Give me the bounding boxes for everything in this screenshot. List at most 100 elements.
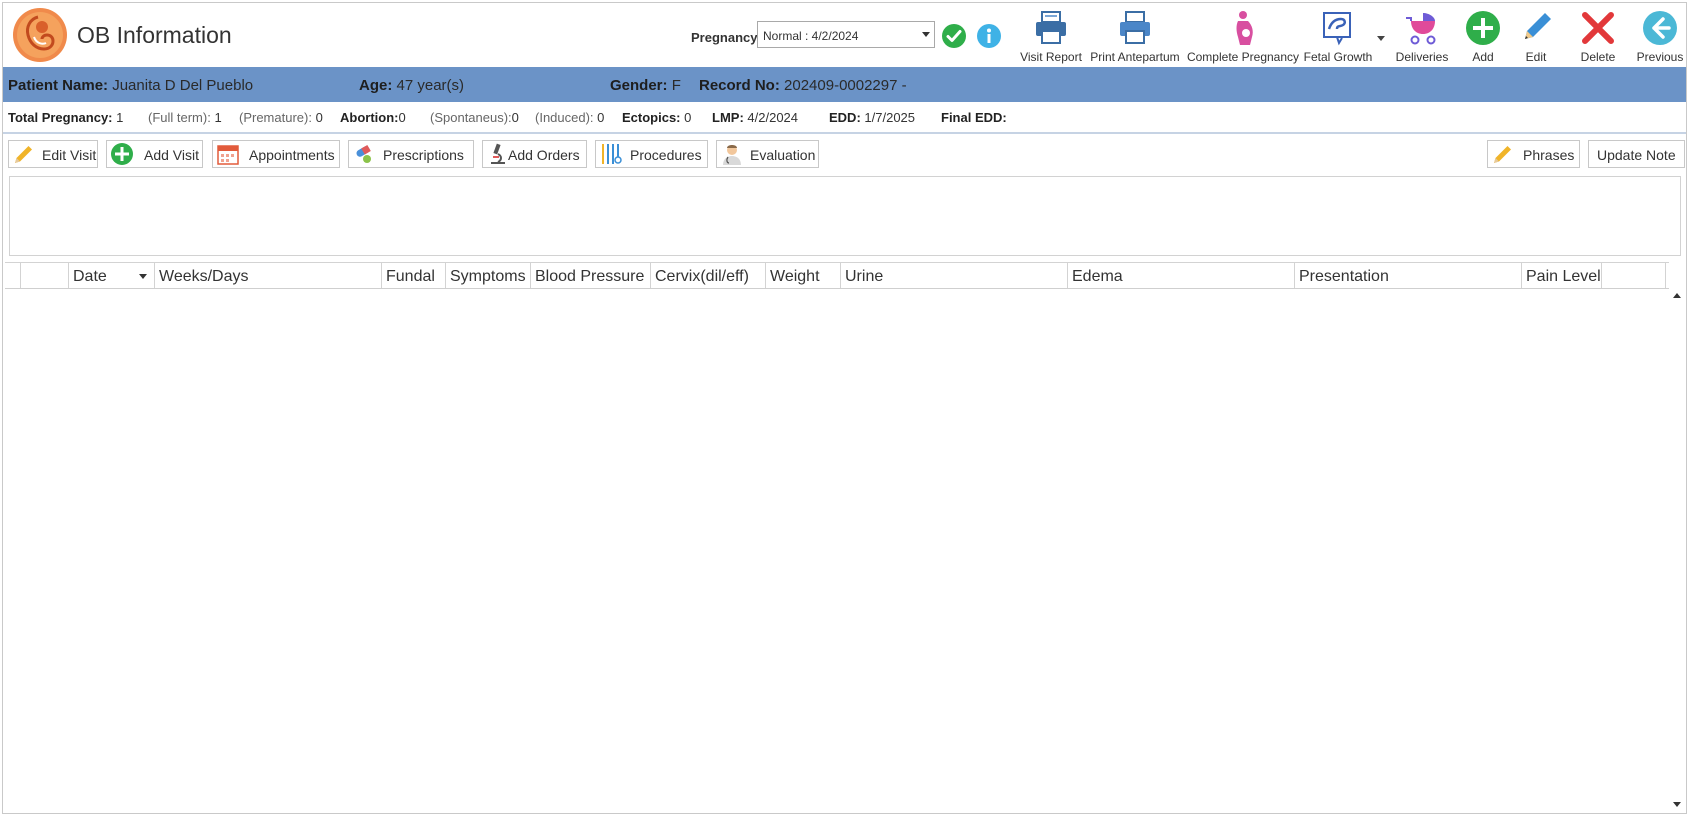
column-blood-pressure[interactable]: Blood Pressure xyxy=(531,263,651,288)
evaluation-button[interactable]: Evaluation xyxy=(716,140,819,168)
add-orders-button[interactable]: Add Orders xyxy=(482,140,587,168)
close-icon xyxy=(1582,12,1614,44)
premature-label: (Premature): xyxy=(239,110,312,125)
spontaneus-label: (Spontaneus): xyxy=(430,110,512,125)
add-button[interactable]: Add xyxy=(1461,7,1505,65)
pregnancy-select[interactable]: Normal : 4/2/2024 xyxy=(757,21,935,48)
note-textarea[interactable] xyxy=(9,176,1681,256)
delete-label: Delete xyxy=(1580,50,1616,64)
total-pregnancy: Total Pregnancy: 1 xyxy=(8,110,123,125)
chevron-down-icon xyxy=(922,32,930,37)
chevron-down-icon[interactable] xyxy=(139,274,147,279)
arrow-left-icon xyxy=(1643,11,1677,45)
abortion-label: Abortion: xyxy=(340,110,399,125)
patient-age-label: Age: xyxy=(359,77,393,94)
patient-name-value: Juanita D Del Pueblo xyxy=(112,77,254,94)
spontaneus: (Spontaneus):0 xyxy=(430,110,519,125)
phrases-button[interactable]: Phrases xyxy=(1487,140,1580,168)
previous-button[interactable]: Previous xyxy=(1633,7,1687,65)
lmp-value: 4/2/2024 xyxy=(747,110,799,125)
column-fundal[interactable]: Fundal xyxy=(382,263,446,288)
fetal-growth-label: Fetal Growth xyxy=(1303,50,1373,64)
visits-grid-body[interactable] xyxy=(5,289,1685,813)
column-symptoms[interactable]: Symptoms xyxy=(446,263,531,288)
plus-icon xyxy=(111,143,133,165)
complete-pregnancy-label: Complete Pregnancy xyxy=(1186,50,1300,64)
final-edd-label: Final EDD: xyxy=(941,110,1007,125)
print-antepartum-label: Print Antepartum xyxy=(1090,50,1180,64)
edd-value: 1/7/2025 xyxy=(864,110,916,125)
appointments-label: Appointments xyxy=(249,147,335,163)
premature-value: 0 xyxy=(315,110,323,125)
column-date[interactable]: Date xyxy=(69,263,155,288)
checkmark-icon[interactable] xyxy=(941,23,967,49)
edd: EDD: 1/7/2025 xyxy=(829,110,915,125)
patient-name-label: Patient Name: xyxy=(8,77,109,94)
fetal-growth-icon xyxy=(1323,12,1351,46)
delete-button[interactable]: Delete xyxy=(1574,7,1622,65)
printer-icon xyxy=(1036,11,1066,44)
doctor-icon xyxy=(723,145,741,165)
column-edema[interactable]: Edema xyxy=(1068,263,1295,288)
scroll-up-icon[interactable] xyxy=(1673,293,1681,298)
final-edd: Final EDD: xyxy=(941,110,1007,125)
pregnancy-summary: Total Pregnancy: 1 (Full term): 1 (Prema… xyxy=(3,102,1686,134)
full-term-value: 1 xyxy=(214,110,222,125)
column-weeks-days[interactable]: Weeks/Days xyxy=(155,263,382,288)
select-column xyxy=(21,263,69,288)
column-pain-level[interactable]: Pain Level xyxy=(1522,263,1602,288)
full-term-label: (Full term): xyxy=(148,110,211,125)
patient-gender-label: Gender: xyxy=(610,77,668,94)
page-title: OB Information xyxy=(77,22,232,48)
chevron-down-icon[interactable] xyxy=(1377,36,1385,41)
microscope-icon xyxy=(491,143,505,164)
edit-visit-label: Edit Visit xyxy=(42,147,97,163)
edit-visit-button[interactable]: Edit Visit xyxy=(8,140,98,168)
pregnant-woman-icon xyxy=(1236,11,1253,45)
patient-age-field: Age: 47 year(s) xyxy=(359,77,464,94)
patient-record-field: Record No: 202409-0002297 - xyxy=(699,77,907,94)
procedures-button[interactable]: Procedures xyxy=(595,140,708,168)
visit-report-button[interactable]: Visit Report xyxy=(1018,7,1084,65)
visit-report-label: Visit Report xyxy=(1020,50,1082,64)
fetal-growth-button[interactable]: Fetal Growth xyxy=(1303,7,1373,65)
edit-button[interactable]: Edit xyxy=(1514,7,1558,65)
vertical-scrollbar[interactable] xyxy=(1669,289,1685,813)
phrases-label: Phrases xyxy=(1523,147,1575,163)
pencil-icon xyxy=(1525,13,1551,39)
deliveries-label: Deliveries xyxy=(1395,50,1449,64)
deliveries-button[interactable]: Deliveries xyxy=(1391,7,1453,65)
column-cervix[interactable]: Cervix(dil/eff) xyxy=(651,263,766,288)
patient-gender-value: F xyxy=(671,77,681,94)
column-urine[interactable]: Urine xyxy=(841,263,1068,288)
patient-info-band: Patient Name: Juanita D Del Pueblo Age: … xyxy=(3,67,1686,102)
column-presentation[interactable]: Presentation xyxy=(1295,263,1522,288)
patient-age-value: 47 year(s) xyxy=(396,77,465,94)
prescriptions-button[interactable]: Prescriptions xyxy=(348,140,474,168)
evaluation-label: Evaluation xyxy=(750,147,816,163)
ectopics-value: 0 xyxy=(684,110,692,125)
abortion-value: 0 xyxy=(398,110,406,125)
scroll-down-icon[interactable] xyxy=(1673,802,1681,807)
add-visit-button[interactable]: Add Visit xyxy=(106,140,203,168)
info-icon[interactable] xyxy=(976,23,1002,49)
induced-label: (Induced): xyxy=(535,110,594,125)
update-note-button[interactable]: Update Note xyxy=(1588,140,1685,168)
patient-record-label: Record No: xyxy=(699,77,780,94)
ectopics: Ectopics: 0 xyxy=(622,110,691,125)
abortion: Abortion:0 xyxy=(340,110,406,125)
column-weight[interactable]: Weight xyxy=(766,263,841,288)
print-antepartum-button[interactable]: Print Antepartum xyxy=(1087,7,1183,65)
total-pregnancy-value: 1 xyxy=(116,110,124,125)
row-indicator-column xyxy=(5,263,21,288)
ob-information-window: OB Information Pregnancy: Normal : 4/2/2… xyxy=(2,2,1687,814)
total-pregnancy-label: Total Pregnancy: xyxy=(8,110,113,125)
column-date-label: Date xyxy=(73,268,107,285)
appointments-button[interactable]: Appointments xyxy=(212,140,340,168)
calendar-icon xyxy=(217,145,239,165)
previous-label: Previous xyxy=(1636,50,1684,64)
column-spacer xyxy=(1602,263,1666,288)
ectopics-label: Ectopics: xyxy=(622,110,681,125)
baby-carriage-icon xyxy=(1406,13,1436,45)
complete-pregnancy-button[interactable]: Complete Pregnancy xyxy=(1186,7,1300,65)
